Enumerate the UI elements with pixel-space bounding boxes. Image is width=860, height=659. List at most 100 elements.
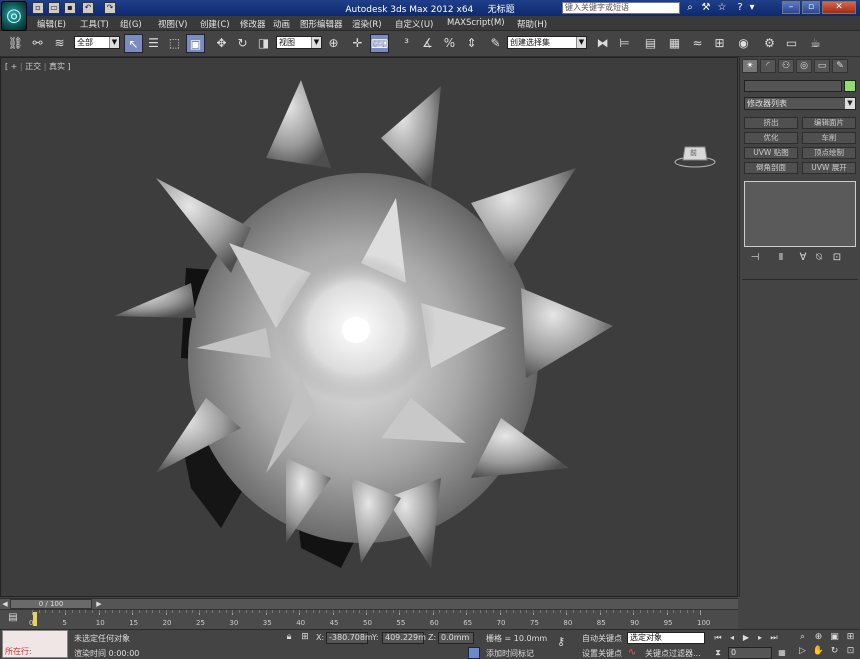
spinner-snap-icon[interactable]: ⇕ xyxy=(462,34,481,53)
time-slider-thumb[interactable]: 0 / 100 xyxy=(10,599,92,609)
modifier-list-select[interactable]: 修改器列表 ▼ xyxy=(744,97,856,110)
rectangle-selection-icon[interactable]: ⬚ xyxy=(165,34,184,53)
edit-named-selection-icon[interactable]: ✎ xyxy=(486,34,505,53)
star-icon[interactable]: ☆ xyxy=(716,2,728,14)
maximize-button[interactable]: ▫ xyxy=(802,1,820,14)
close-button[interactable]: ✕ xyxy=(822,1,856,14)
key-mode-select[interactable]: 选定对象 xyxy=(627,632,705,644)
auto-key-button[interactable]: 自动关键点 xyxy=(582,633,622,644)
make-unique-icon[interactable]: ∀ xyxy=(796,251,810,265)
menu-customize[interactable]: 自定义(U) xyxy=(395,18,433,30)
remove-modifier-icon[interactable]: ⍉ xyxy=(812,251,826,265)
menu-tools[interactable]: 工具(T) xyxy=(80,18,109,30)
select-link-icon[interactable]: ⛓ xyxy=(6,34,25,53)
zoom-extents-all-icon[interactable]: ⊞ xyxy=(844,631,857,644)
pivot-center-icon[interactable]: ⊕ xyxy=(324,34,343,53)
chevron-left-icon[interactable]: ◀ xyxy=(0,599,10,609)
unlink-icon[interactable]: ⚯ xyxy=(28,34,47,53)
modifier-uvw-map-button[interactable]: UVW 贴图 xyxy=(744,147,798,159)
spiky-sphere-object[interactable] xyxy=(1,58,739,598)
set-key-button[interactable]: 设置关键点 xyxy=(582,648,622,659)
snap-toggle-icon[interactable]: ³ xyxy=(397,34,416,53)
next-frame-icon[interactable]: ▸ xyxy=(754,632,766,644)
hierarchy-tab-icon[interactable]: ⚇ xyxy=(778,59,794,73)
orbit-icon[interactable]: ↻ xyxy=(828,645,841,658)
configure-sets-icon[interactable]: ⊡ xyxy=(830,251,844,265)
object-color-swatch[interactable] xyxy=(844,80,856,92)
align-icon[interactable]: ⊨ xyxy=(615,34,634,53)
z-coordinate-field[interactable]: 0.0mm xyxy=(438,632,474,644)
show-end-result-icon[interactable]: Ⅱ xyxy=(774,251,788,265)
named-selection-select[interactable]: 创建选择集 ▼ xyxy=(507,36,587,49)
menu-group[interactable]: 组(G) xyxy=(120,18,142,30)
menu-modifiers[interactable]: 修改器 xyxy=(240,18,266,30)
search-icon[interactable]: ⌕ xyxy=(684,2,696,14)
y-coordinate-field[interactable]: 409.229m xyxy=(382,632,426,644)
perspective-viewport[interactable]: [ + | 正交 | 真实 ] 前 xyxy=(0,57,738,597)
menu-create[interactable]: 创建(C) xyxy=(200,18,230,30)
menu-views[interactable]: 视图(V) xyxy=(158,18,187,30)
key-filter-icon[interactable]: ∿ xyxy=(628,647,642,659)
keyboard-shortcut-override-icon[interactable]: ⌨ xyxy=(370,34,389,53)
menu-animation[interactable]: 动画 xyxy=(273,18,290,30)
play-icon[interactable]: ▶ xyxy=(740,632,752,644)
modifier-bevel-profile-button[interactable]: 倒角剖面 xyxy=(744,162,798,174)
modifier-extrude-button[interactable]: 挤出 xyxy=(744,117,798,129)
current-frame-marker[interactable] xyxy=(33,612,37,626)
help-dropdown-icon[interactable]: ▾ xyxy=(746,2,758,14)
rotate-icon[interactable]: ↻ xyxy=(233,34,252,53)
rendered-frame-window-icon[interactable]: ▭ xyxy=(782,34,801,53)
modify-tab-icon[interactable]: ◜ xyxy=(760,59,776,73)
add-time-tag-button[interactable]: 添加时间标记 xyxy=(486,648,534,659)
time-slider[interactable]: ◀ 0 / 100 ▶ xyxy=(0,598,738,609)
key-mode-toggle-icon[interactable]: ⧗ xyxy=(712,647,724,659)
menu-edit[interactable]: 编辑(E) xyxy=(37,18,66,30)
pan-icon[interactable]: ✋ xyxy=(812,645,825,658)
modifier-lathe-button[interactable]: 车削 xyxy=(802,132,856,144)
motion-tab-icon[interactable]: ◎ xyxy=(796,59,812,73)
key-icon[interactable]: ⚷ xyxy=(557,635,577,648)
key-filters-button[interactable]: 关键点过滤器... xyxy=(645,648,701,659)
bind-space-warp-icon[interactable]: ≋ xyxy=(50,34,69,53)
curve-editor-icon[interactable]: ≈ xyxy=(688,34,707,53)
maximize-viewport-icon[interactable]: ⊡ xyxy=(844,645,857,658)
display-tab-icon[interactable]: ▭ xyxy=(814,59,830,73)
zoom-all-icon[interactable]: ⊕ xyxy=(812,631,825,644)
graphite-tools-icon[interactable]: ▦ xyxy=(665,34,684,53)
zoom-icon[interactable]: ⌕ xyxy=(796,631,809,644)
scale-icon[interactable]: ◨ xyxy=(254,34,273,53)
modifier-stack[interactable] xyxy=(744,181,856,247)
maxscript-listener[interactable]: 所在行: xyxy=(2,630,68,658)
modifier-unwrap-uvw-button[interactable]: UVW 展开 xyxy=(802,162,856,174)
select-object-icon[interactable]: ↖ xyxy=(124,34,143,53)
previous-frame-icon[interactable]: ◂ xyxy=(726,632,738,644)
zoom-extents-icon[interactable]: ▣ xyxy=(828,631,841,644)
trackbar[interactable]: ▤ 0 5 10 15 20 25 30 35 40 45 50 55 60 65 70 75 80 85 90 95… xyxy=(0,609,738,629)
info-icon[interactable]: ? xyxy=(734,2,746,14)
menu-help[interactable]: 帮助(H) xyxy=(517,18,547,30)
lock-selection-icon[interactable]: 🔒︎ xyxy=(283,632,295,644)
menu-rendering[interactable]: 渲染(R) xyxy=(352,18,382,30)
select-by-name-icon[interactable]: ☰ xyxy=(144,34,163,53)
minimize-button[interactable]: – xyxy=(782,1,800,14)
modifier-edit-patch-button[interactable]: 编辑面片 xyxy=(802,117,856,129)
go-to-start-icon[interactable]: ⏮︎ xyxy=(712,632,724,644)
tools-icon[interactable]: ⚒ xyxy=(700,2,712,14)
select-manipulate-icon[interactable]: ✛ xyxy=(348,34,367,53)
render-production-icon[interactable]: ☕ xyxy=(806,34,825,53)
layer-manager-icon[interactable]: ▤ xyxy=(641,34,660,53)
go-to-end-icon[interactable]: ⏭︎ xyxy=(768,632,780,644)
menu-maxscript[interactable]: MAXScript(M) xyxy=(447,18,505,28)
object-name-field[interactable] xyxy=(744,80,842,92)
modifier-optimize-button[interactable]: 优化 xyxy=(744,132,798,144)
pin-stack-icon[interactable]: ⊣ xyxy=(748,251,762,265)
x-coordinate-field[interactable]: -380.708m xyxy=(326,632,373,644)
viewcube[interactable]: 前 xyxy=(673,142,717,168)
field-of-view-icon[interactable]: ▷ xyxy=(796,645,809,658)
move-icon[interactable]: ✥ xyxy=(212,34,231,53)
material-editor-icon[interactable]: ◉ xyxy=(734,34,753,53)
reference-coordinate-select[interactable]: 视图 ▼ xyxy=(276,36,322,49)
chevron-right-icon[interactable]: ▶ xyxy=(94,599,104,609)
modifier-vertex-paint-button[interactable]: 顶点绘制 xyxy=(802,147,856,159)
mini-curve-editor-icon[interactable]: ▤ xyxy=(6,612,20,626)
